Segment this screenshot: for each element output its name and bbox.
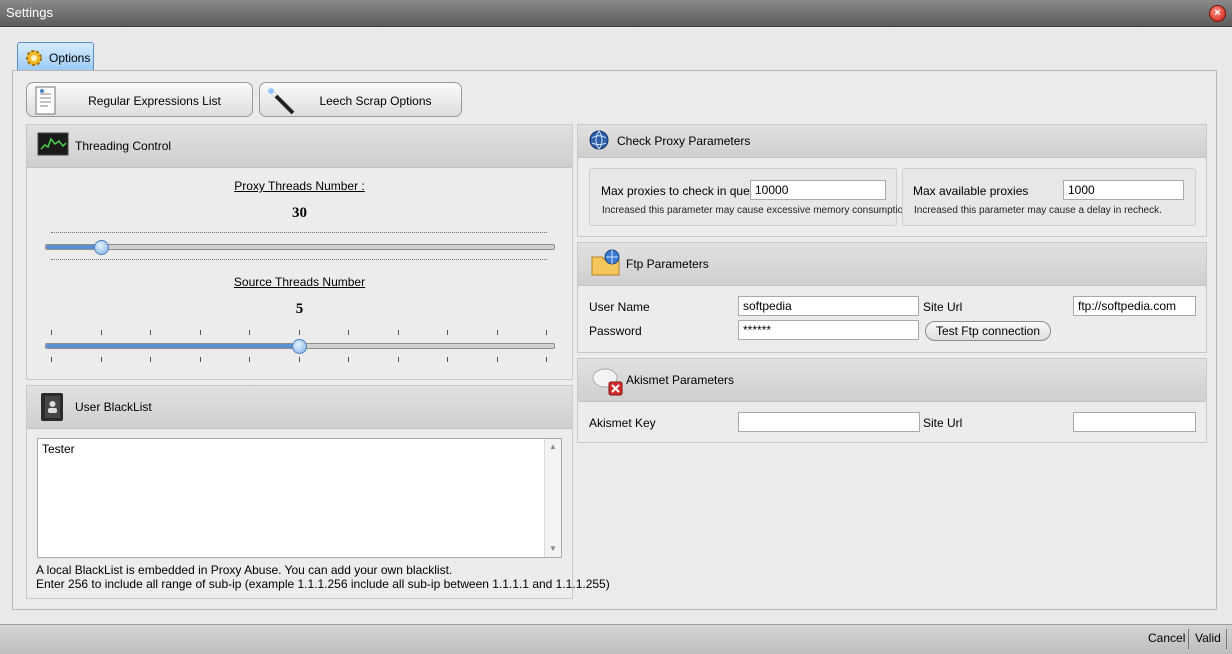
ftp-user-label: User Name — [589, 300, 650, 314]
leech-scrap-button[interactable]: Leech Scrap Options — [259, 82, 462, 117]
cancel-button[interactable]: Cancel — [1148, 631, 1185, 645]
blacklist-panel: User BlackList Tester ▲ ▼ A local BlackL… — [26, 385, 610, 599]
leech-scrap-label: Leech Scrap Options — [319, 94, 432, 108]
scroll-up-icon[interactable]: ▲ — [545, 439, 561, 455]
blacklist-help-line1: A local BlackList is embedded in Proxy A… — [36, 563, 453, 577]
threading-panel: Threading Control Proxy Threads Number :… — [26, 124, 573, 380]
ftp-password-input[interactable] — [738, 320, 919, 340]
ftp-header: Ftp Parameters — [578, 243, 1206, 286]
akismet-key-label: Akismet Key — [589, 416, 656, 430]
max-check-note: Increased this parameter may cause exces… — [602, 205, 909, 216]
source-threads-label: Source Threads Number — [233, 275, 366, 289]
regex-list-button[interactable]: Regular Expressions List — [26, 82, 253, 117]
threading-header: Threading Control — [27, 125, 572, 168]
ftp-site-input[interactable] — [1073, 296, 1196, 316]
max-check-label: Max proxies to check in queue — [601, 184, 764, 198]
max-available-box: Max available proxies Increased this par… — [902, 168, 1196, 226]
status-bar: Cancel Valid — [0, 624, 1232, 654]
title-bar: Settings × — [0, 0, 1232, 27]
scroll-down-icon[interactable]: ▼ — [545, 541, 561, 557]
ftp-password-label: Password — [589, 324, 642, 338]
check-proxy-header: Check Proxy Parameters — [578, 125, 1206, 158]
monitor-icon — [37, 131, 69, 162]
folder-globe-icon — [590, 248, 622, 281]
check-proxy-title: Check Proxy Parameters — [617, 134, 751, 148]
akismet-icon — [590, 364, 624, 399]
blacklist-text: Tester — [42, 442, 75, 456]
akismet-panel: Akismet Parameters Akismet Key Site Url — [577, 358, 1207, 443]
ftp-title: Ftp Parameters — [626, 257, 709, 271]
source-ticks-bottom — [51, 357, 547, 362]
ftp-site-label: Site Url — [923, 300, 963, 314]
max-check-box: Max proxies to check in queue Increased … — [589, 168, 909, 226]
source-threads-fill — [46, 344, 300, 348]
blacklist-header: User BlackList — [27, 386, 572, 429]
proxy-threads-slider[interactable] — [45, 244, 555, 250]
max-check-input[interactable] — [750, 180, 886, 200]
proxy-threads-value: 30 — [292, 205, 307, 221]
valid-button[interactable]: Valid — [1195, 631, 1221, 645]
akismet-title: Akismet Parameters — [626, 373, 735, 387]
tab-options[interactable]: Options — [17, 42, 94, 70]
status-separator — [1188, 629, 1189, 649]
blacklist-textarea[interactable]: Tester ▲ ▼ — [37, 438, 562, 558]
max-available-note: Increased this parameter may cause a del… — [914, 205, 1162, 216]
status-separator-end — [1226, 629, 1227, 649]
max-available-label: Max available proxies — [913, 184, 1029, 198]
tab-options-label: Options — [49, 51, 91, 65]
address-book-icon — [37, 392, 67, 425]
threading-title: Threading Control — [75, 139, 172, 153]
blacklist-help-line2: Enter 256 to include all range of sub-ip… — [36, 577, 610, 591]
akismet-site-input[interactable] — [1073, 412, 1196, 432]
check-proxy-panel: Check Proxy Parameters Max proxies to ch… — [577, 124, 1207, 237]
window-title: Settings — [6, 5, 53, 20]
proxy-threads-label: Proxy Threads Number : — [234, 179, 365, 193]
max-available-input[interactable] — [1063, 180, 1184, 200]
regex-list-label: Regular Expressions List — [88, 94, 221, 108]
proxy-ticks-bottom — [51, 259, 547, 265]
gear-icon — [24, 48, 44, 71]
blacklist-title: User BlackList — [75, 400, 152, 414]
source-threads-thumb[interactable] — [292, 339, 307, 354]
akismet-site-label: Site Url — [923, 416, 963, 430]
akismet-key-input[interactable] — [738, 412, 920, 432]
globe-icon — [588, 129, 610, 154]
ftp-panel: Ftp Parameters User Name Site Url Passwo… — [577, 242, 1207, 353]
source-ticks-top — [51, 330, 547, 335]
close-icon[interactable]: × — [1209, 5, 1226, 22]
proxy-threads-thumb[interactable] — [94, 240, 109, 255]
source-threads-value: 5 — [295, 301, 304, 317]
test-ftp-button[interactable]: Test Ftp connection — [925, 321, 1051, 341]
ftp-user-input[interactable] — [738, 296, 919, 316]
proxy-ticks-top — [51, 232, 547, 238]
blacklist-scrollbar[interactable]: ▲ ▼ — [544, 439, 561, 557]
akismet-header: Akismet Parameters — [578, 359, 1206, 402]
